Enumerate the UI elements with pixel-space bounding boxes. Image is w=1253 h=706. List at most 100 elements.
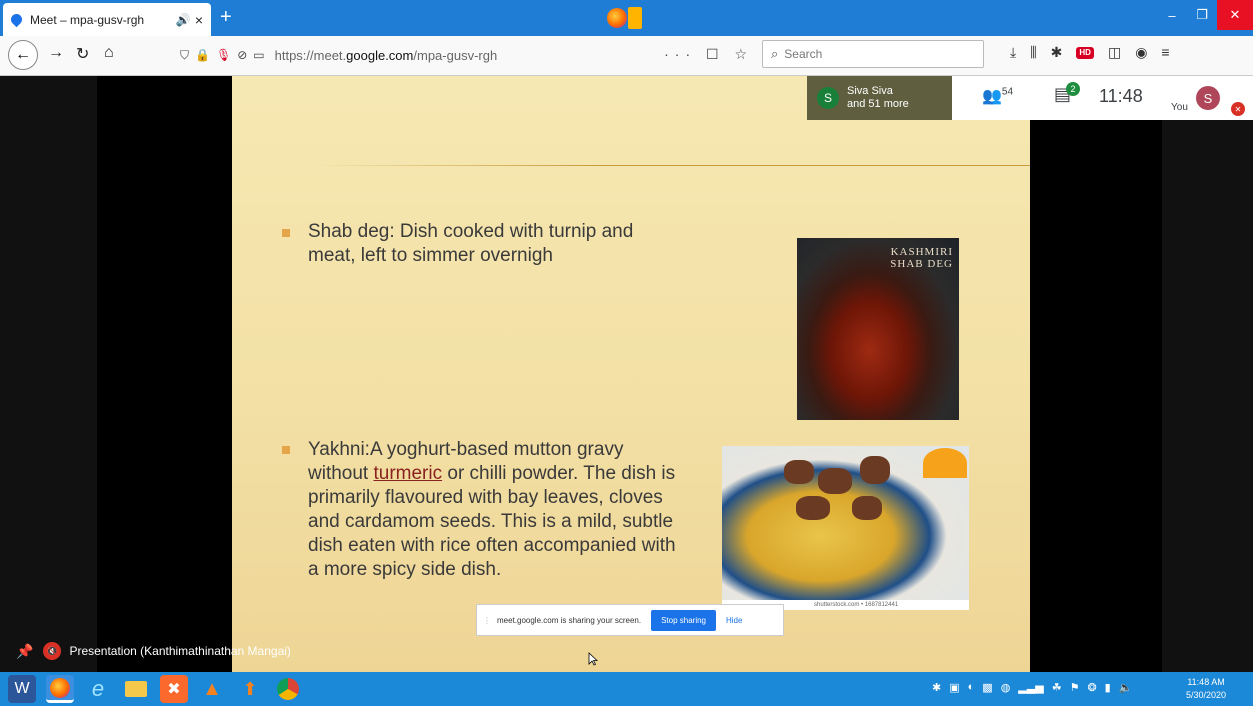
menu-icon[interactable]: ≡	[1161, 44, 1169, 61]
account-icon[interactable]: ◉	[1135, 44, 1147, 61]
hide-banner-button[interactable]: Hide	[726, 616, 742, 625]
people-button[interactable]: 👥54	[982, 86, 1013, 106]
page-actions-icons[interactable]: ··· ☐ ☆	[664, 46, 753, 63]
browser-tab-strip: Meet – mpa-gusv-rgh 🔊 × + – ❐ ✕	[0, 0, 1253, 36]
drag-handle-icon[interactable]: ⋮	[483, 616, 491, 625]
letterbox-right	[1162, 76, 1253, 672]
url-bar[interactable]: ⛉ 🔒 🎙 ⊘ ▭ https://meet.google.com/mpa-gu…	[180, 42, 753, 68]
meat-piece	[852, 496, 882, 520]
xampp-icon[interactable]: ✖	[160, 675, 188, 703]
tray-app-icon[interactable]: ▩	[982, 681, 992, 694]
folder-shape	[125, 681, 147, 697]
restore-icon[interactable]: ❐	[1187, 0, 1217, 30]
minimize-icon[interactable]: –	[1157, 0, 1187, 30]
download-arrow: ⬆	[242, 678, 258, 699]
yakhni-image: shutterstock.com • 1687812441	[722, 446, 969, 610]
presenter-chip[interactable]: S Siva Siva and 51 more	[807, 76, 952, 120]
download-app-icon[interactable]: ⬆	[236, 675, 264, 703]
presentation-slide: Shab deg: Dish cooked with turnip and me…	[232, 76, 1030, 672]
word-icon[interactable]: W	[8, 675, 36, 703]
screen: Meet – mpa-gusv-rgh 🔊 × + – ❐ ✕ ← → ↻ ⌂ …	[0, 0, 1253, 706]
tab-close-icon[interactable]: ×	[195, 12, 203, 28]
meeting-clock: 11:48	[1099, 86, 1143, 106]
presenter-avatar: S	[817, 87, 839, 109]
home-icon[interactable]: ⌂	[104, 44, 114, 62]
bluetooth-icon[interactable]: ✱	[932, 681, 941, 694]
firefox-sharing-icon[interactable]	[607, 8, 627, 28]
new-tab-button[interactable]: +	[220, 6, 232, 28]
extension-icon[interactable]: ✱	[1051, 44, 1063, 61]
forward-button[interactable]: →	[48, 44, 64, 62]
taskbar-clock[interactable]: 11:48 AM 5/30/2020	[1186, 676, 1226, 702]
bullet-marker-2	[282, 446, 290, 454]
arrow-left-icon: ←	[15, 46, 31, 63]
chat-button[interactable]: ▤ 2	[1054, 82, 1080, 105]
close-window-icon[interactable]: ✕	[1217, 0, 1253, 30]
turmeric-link[interactable]: turmeric	[373, 463, 442, 484]
tab-title: Meet – mpa-gusv-rgh	[30, 12, 145, 27]
meet-favicon-icon	[8, 11, 25, 28]
speaker-icon[interactable]: 🔊	[176, 13, 191, 27]
letterbox-left	[0, 76, 97, 672]
meet-top-bar: S Siva Siva and 51 more 👥54 ▤ 2 11:48 You…	[807, 76, 1253, 120]
toolbar-icons: ⤓ ⫼ ✱ HD ◫ ◉ ≡	[1010, 44, 1170, 61]
edge-logo: e	[91, 676, 105, 701]
bullet-marker-1	[282, 229, 290, 237]
share-banner-text: meet.google.com is sharing your screen.	[497, 615, 642, 625]
navigation-toolbar: ← → ↻ ⌂ ⛉ 🔒 🎙 ⊘ ▭ https://meet.google.co…	[0, 36, 1253, 76]
shield-icon[interactable]: ⛉	[180, 48, 189, 63]
tray-app-icon[interactable]: ❂	[1087, 681, 1096, 694]
microphone-sharing-icon[interactable]	[628, 7, 642, 29]
meet-stage: Shab deg: Dish cooked with turnip and me…	[0, 76, 1253, 672]
orange-slice	[923, 448, 967, 478]
signal-icon[interactable]: ▂▃▅	[1018, 681, 1043, 694]
meat-piece	[860, 456, 890, 484]
microphone-permission-icon[interactable]: 🎙	[216, 48, 231, 62]
muted-mic-icon: 🔇	[43, 642, 62, 660]
firefox-taskbar-icon[interactable]	[46, 675, 74, 703]
presenter-names: Siva Siva and 51 more	[847, 85, 909, 110]
download-icon[interactable]: ⤓	[1010, 44, 1016, 61]
tab-meet[interactable]: Meet – mpa-gusv-rgh 🔊 ×	[3, 3, 211, 36]
tray-app-icon[interactable]: ▣	[949, 681, 959, 694]
volume-icon[interactable]: 🔈	[1119, 681, 1133, 694]
screen-share-icon[interactable]: ▭	[253, 48, 264, 62]
windows-taskbar: W e ✖ ▲ ⬆ ✱ ▣ ◐ ▩ ◍ ▂▃▅ ☘ ⚑ ❂ ▮ 🔈 11:48 …	[0, 672, 1253, 706]
hd-extension-icon[interactable]: HD	[1076, 47, 1094, 59]
meat-piece	[796, 496, 830, 520]
edge-icon[interactable]: e	[84, 675, 112, 703]
file-explorer-icon[interactable]	[122, 675, 150, 703]
battery-icon[interactable]: ▮	[1105, 681, 1111, 694]
chrome-icon[interactable]	[274, 675, 302, 703]
firefox-logo	[50, 677, 70, 698]
tray-app-icon[interactable]: ◍	[1001, 681, 1011, 694]
mouse-cursor-icon	[588, 652, 598, 666]
search-icon: ⌕	[771, 46, 779, 61]
chrome-logo	[277, 678, 299, 700]
tray-app-icon[interactable]: ☘	[1052, 681, 1062, 694]
lock-icon[interactable]: 🔒	[195, 48, 210, 62]
shab-deg-caption: KASHMIRI SHAB DEG	[890, 246, 953, 270]
tray-app-icon[interactable]: ◐	[968, 681, 975, 694]
self-avatar[interactable]: S	[1196, 86, 1220, 110]
presentation-label: 📌 🔇 Presentation (Kanthimathinathan Mang…	[16, 642, 291, 660]
stop-sharing-button[interactable]: Stop sharing	[651, 609, 716, 631]
shab-deg-image: KASHMIRI SHAB DEG	[797, 238, 959, 420]
presentation-title: Presentation (Kanthimathinathan Mangai)	[69, 644, 291, 658]
camera-off-icon[interactable]: ⊘	[237, 48, 247, 62]
pin-icon[interactable]: 📌	[16, 643, 33, 660]
window-controls: – ❐ ✕	[1157, 0, 1253, 30]
sidebar-icon[interactable]: ◫	[1108, 44, 1121, 61]
back-button[interactable]: ←	[8, 40, 38, 70]
search-placeholder: Search	[784, 47, 823, 61]
chat-badge: 2	[1066, 82, 1080, 96]
bullet-2-text: Yakhni:A yoghurt-based mutton gravy with…	[308, 439, 676, 580]
meat-piece	[784, 460, 814, 484]
tray-app-icon[interactable]: ⚑	[1070, 681, 1080, 694]
search-input[interactable]: ⌕ Search	[762, 40, 984, 68]
reload-button[interactable]: ↻	[76, 44, 89, 64]
slide-divider	[312, 165, 1030, 166]
library-icon[interactable]: ⫼	[1030, 44, 1036, 61]
people-icon: 👥	[982, 88, 1002, 105]
vlc-icon[interactable]: ▲	[198, 675, 226, 703]
